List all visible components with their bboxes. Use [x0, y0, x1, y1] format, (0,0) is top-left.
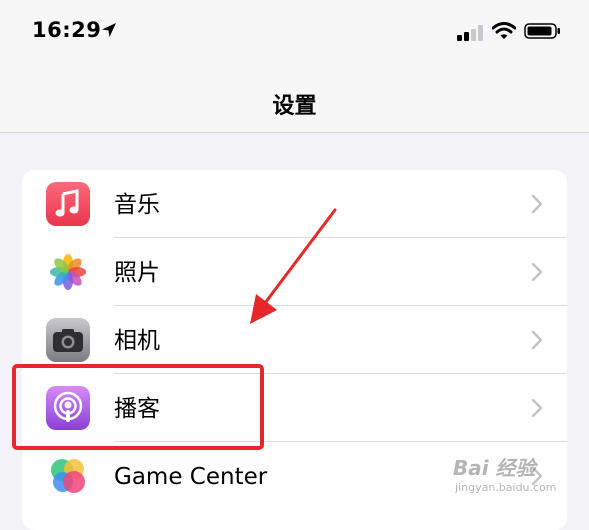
highlight-box [12, 364, 264, 450]
chevron-right-icon [531, 398, 543, 418]
page-title: 设置 [272, 94, 317, 119]
status-bar: 16:29 [0, 0, 589, 64]
watermark-brand: Bai 经验 [453, 456, 536, 480]
cellular-signal-icon [457, 25, 483, 41]
music-icon [46, 182, 90, 226]
settings-item-label: 音乐 [114, 192, 160, 218]
camera-icon [46, 318, 90, 362]
location-arrow-icon [102, 23, 116, 37]
chevron-right-icon [531, 262, 543, 282]
settings-item-label: Game Center [114, 464, 268, 490]
baidu-watermark: Bai 经验 jingyan.baidu.com [453, 452, 557, 494]
settings-item-label: 照片 [114, 260, 160, 286]
chevron-right-icon [531, 194, 543, 214]
game-center-icon [46, 454, 90, 498]
watermark-url: jingyan.baidu.com [455, 481, 557, 494]
photos-icon [46, 250, 90, 294]
battery-icon [524, 23, 560, 39]
chevron-right-icon [531, 330, 543, 350]
status-time: 16:29 [32, 18, 102, 42]
navigation-bar: 设置 [0, 64, 589, 133]
settings-item-label: 相机 [114, 328, 160, 354]
settings-item-music[interactable]: 音乐 [22, 170, 567, 238]
wifi-icon [492, 22, 516, 39]
settings-item-photos[interactable]: 照片 [22, 238, 567, 306]
